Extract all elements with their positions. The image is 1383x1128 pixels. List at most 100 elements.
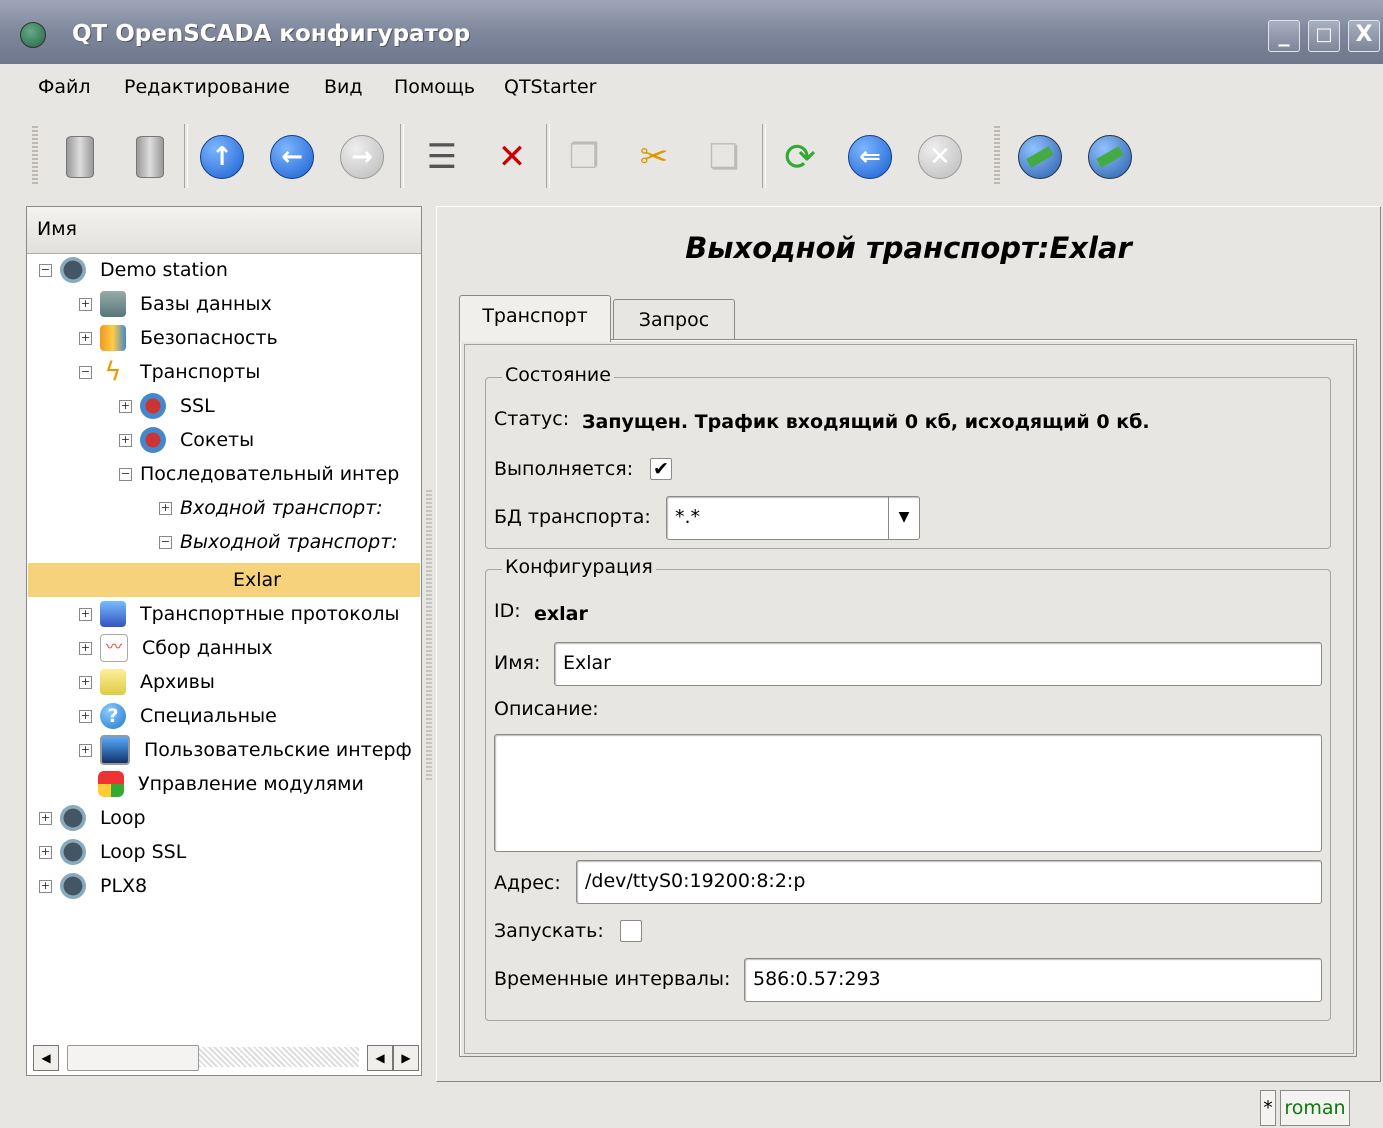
expand-icon[interactable]: + bbox=[79, 607, 92, 621]
running-checkbox[interactable]: ✔ bbox=[650, 458, 672, 480]
address-input[interactable]: /dev/ttyS0:19200:8:2:p bbox=[576, 860, 1322, 904]
station-icon bbox=[60, 805, 86, 831]
tree-node-transport-protocols[interactable]: + Транспортные протоколы bbox=[79, 597, 400, 631]
save-db-icon[interactable] bbox=[126, 134, 174, 180]
tree-node-special[interactable]: + ? Специальные bbox=[79, 699, 277, 733]
tree-node-serial-interface[interactable]: − Последовательный интер bbox=[119, 457, 399, 491]
menu-edit[interactable]: Редактирование bbox=[124, 76, 290, 98]
menu-bar: Файл Редактирование Вид Помощь QTStarter bbox=[0, 66, 1383, 108]
minimize-button[interactable]: _ bbox=[1268, 20, 1300, 52]
expand-icon[interactable]: + bbox=[79, 331, 92, 345]
tree-node-ssl[interactable]: + SSL bbox=[119, 389, 215, 423]
menu-view[interactable]: Вид bbox=[324, 76, 363, 98]
collapse-icon[interactable]: − bbox=[39, 263, 52, 277]
tree-node-user-interfaces[interactable]: + Пользовательские интерф bbox=[79, 733, 412, 767]
tree-node-module-management[interactable]: Управление модулями bbox=[98, 767, 364, 801]
navigation-tree[interactable]: Имя − Demo station + Базы данных + Безоп… bbox=[26, 206, 422, 1076]
tree-node-loop[interactable]: + Loop bbox=[39, 801, 146, 835]
stop-icon[interactable]: ✕ bbox=[916, 134, 964, 180]
add-item-icon[interactable]: ☰ bbox=[418, 134, 466, 180]
collapse-icon[interactable]: − bbox=[159, 535, 172, 549]
toolbar-grip[interactable] bbox=[994, 126, 1000, 186]
menu-help[interactable]: Помощь bbox=[394, 76, 475, 98]
expand-icon[interactable]: + bbox=[79, 641, 92, 655]
expand-icon[interactable]: + bbox=[119, 399, 132, 413]
collapse-icon[interactable]: − bbox=[119, 467, 132, 481]
id-value: exlar bbox=[534, 603, 588, 625]
tree-node-output-transport[interactable]: − Выходной транспорт: bbox=[159, 525, 398, 559]
expand-icon[interactable]: + bbox=[79, 297, 92, 311]
expand-icon[interactable]: + bbox=[79, 675, 92, 689]
start-icon[interactable]: ⇐ bbox=[846, 134, 894, 180]
expand-icon[interactable]: + bbox=[39, 879, 52, 893]
forward-icon[interactable]: → bbox=[338, 134, 386, 180]
up-icon[interactable]: ↑ bbox=[198, 134, 246, 180]
db-label: БД транспорта: bbox=[494, 506, 651, 528]
tree-node-exlar[interactable]: Exlar bbox=[233, 563, 281, 597]
menu-file[interactable]: Файл bbox=[38, 76, 91, 98]
back-icon[interactable]: ← bbox=[268, 134, 316, 180]
start-label: Запускать: bbox=[494, 920, 604, 942]
intervals-input[interactable]: 586:0.57:293 bbox=[744, 958, 1322, 1002]
tab-transport[interactable]: Транспорт bbox=[459, 295, 611, 342]
close-button[interactable]: X bbox=[1348, 20, 1380, 52]
scroll-track[interactable] bbox=[199, 1047, 359, 1067]
page-title: Выходной транспорт:Exlar bbox=[685, 231, 1132, 265]
tab-request[interactable]: Запрос bbox=[613, 299, 735, 342]
refresh-icon[interactable]: ⟳ bbox=[776, 134, 824, 180]
tree-node-transports[interactable]: − ϟ Транспорты bbox=[79, 355, 260, 389]
name-input[interactable]: Exlar bbox=[554, 642, 1322, 686]
expand-icon[interactable]: + bbox=[39, 845, 52, 859]
tree-node-plx8[interactable]: + PLX8 bbox=[39, 869, 147, 903]
tree-header[interactable]: Имя bbox=[27, 207, 421, 254]
description-textarea[interactable] bbox=[494, 734, 1322, 852]
status-indicator[interactable]: * bbox=[1260, 1090, 1276, 1126]
delete-item-icon[interactable]: ✕ bbox=[488, 134, 536, 180]
tree-node-databases[interactable]: + Базы данных bbox=[79, 287, 272, 321]
paste-icon[interactable]: ❏ bbox=[700, 134, 748, 180]
db-select[interactable]: *.* ▼ bbox=[666, 496, 920, 540]
collapse-icon[interactable]: − bbox=[79, 365, 92, 379]
toolbar-grip[interactable] bbox=[32, 126, 38, 186]
scroll-right-button[interactable]: ▶ bbox=[393, 1045, 419, 1071]
database-icon bbox=[100, 291, 126, 317]
station-icon[interactable] bbox=[1016, 134, 1064, 180]
tree-node-security[interactable]: + Безопасность bbox=[79, 321, 278, 355]
tree-node-label: Последовательный интер bbox=[140, 463, 400, 485]
station-alt-icon[interactable] bbox=[1086, 134, 1134, 180]
tree-node-loop-ssl[interactable]: + Loop SSL bbox=[39, 835, 186, 869]
tree-node-input-transport[interactable]: + Входной транспорт: bbox=[159, 491, 383, 525]
copy-icon[interactable]: ❐ bbox=[560, 134, 608, 180]
db-select-value: *.* bbox=[675, 506, 701, 528]
expand-icon[interactable]: + bbox=[159, 501, 172, 515]
cut-icon[interactable]: ✂ bbox=[630, 134, 678, 180]
scroll-left-button[interactable]: ◀ bbox=[33, 1045, 59, 1071]
scroll-left-button-2[interactable]: ◀ bbox=[367, 1045, 393, 1071]
panel-splitter[interactable] bbox=[426, 490, 432, 780]
dropdown-arrow-icon[interactable]: ▼ bbox=[888, 497, 919, 539]
expand-icon[interactable]: + bbox=[39, 811, 52, 825]
tree-node-data-acquisition[interactable]: + 〰 Сбор данных bbox=[79, 631, 273, 665]
menu-qtstarter[interactable]: QTStarter bbox=[504, 76, 596, 98]
monitor-icon bbox=[100, 735, 130, 765]
expand-icon[interactable]: + bbox=[79, 743, 92, 757]
expand-icon[interactable]: + bbox=[79, 709, 92, 723]
tree-header-label: Имя bbox=[37, 218, 77, 240]
tree-horizontal-scrollbar[interactable]: ◀ ◀ ▶ bbox=[33, 1045, 419, 1071]
tree-node-archives[interactable]: + Архивы bbox=[79, 665, 215, 699]
tree-node-demo-station[interactable]: − Demo station bbox=[39, 253, 228, 287]
scroll-thumb[interactable] bbox=[67, 1045, 199, 1071]
expand-icon[interactable]: + bbox=[119, 433, 132, 447]
user-badge[interactable]: roman bbox=[1280, 1090, 1350, 1126]
load-db-icon[interactable] bbox=[56, 134, 104, 180]
tree-node-label: Demo station bbox=[100, 259, 228, 281]
tree-node-label: Loop SSL bbox=[100, 841, 187, 863]
status-label: Статус: bbox=[494, 408, 570, 430]
start-checkbox[interactable] bbox=[620, 920, 642, 942]
description-label: Описание: bbox=[494, 698, 599, 720]
app-icon[interactable] bbox=[20, 22, 46, 48]
maximize-button[interactable]: □ bbox=[1308, 20, 1340, 52]
tree-node-label: Exlar bbox=[233, 569, 281, 591]
title-bar[interactable]: QT OpenSCADA конфигуратор _ □ X bbox=[0, 0, 1383, 64]
tree-node-sockets[interactable]: + Сокеты bbox=[119, 423, 254, 457]
